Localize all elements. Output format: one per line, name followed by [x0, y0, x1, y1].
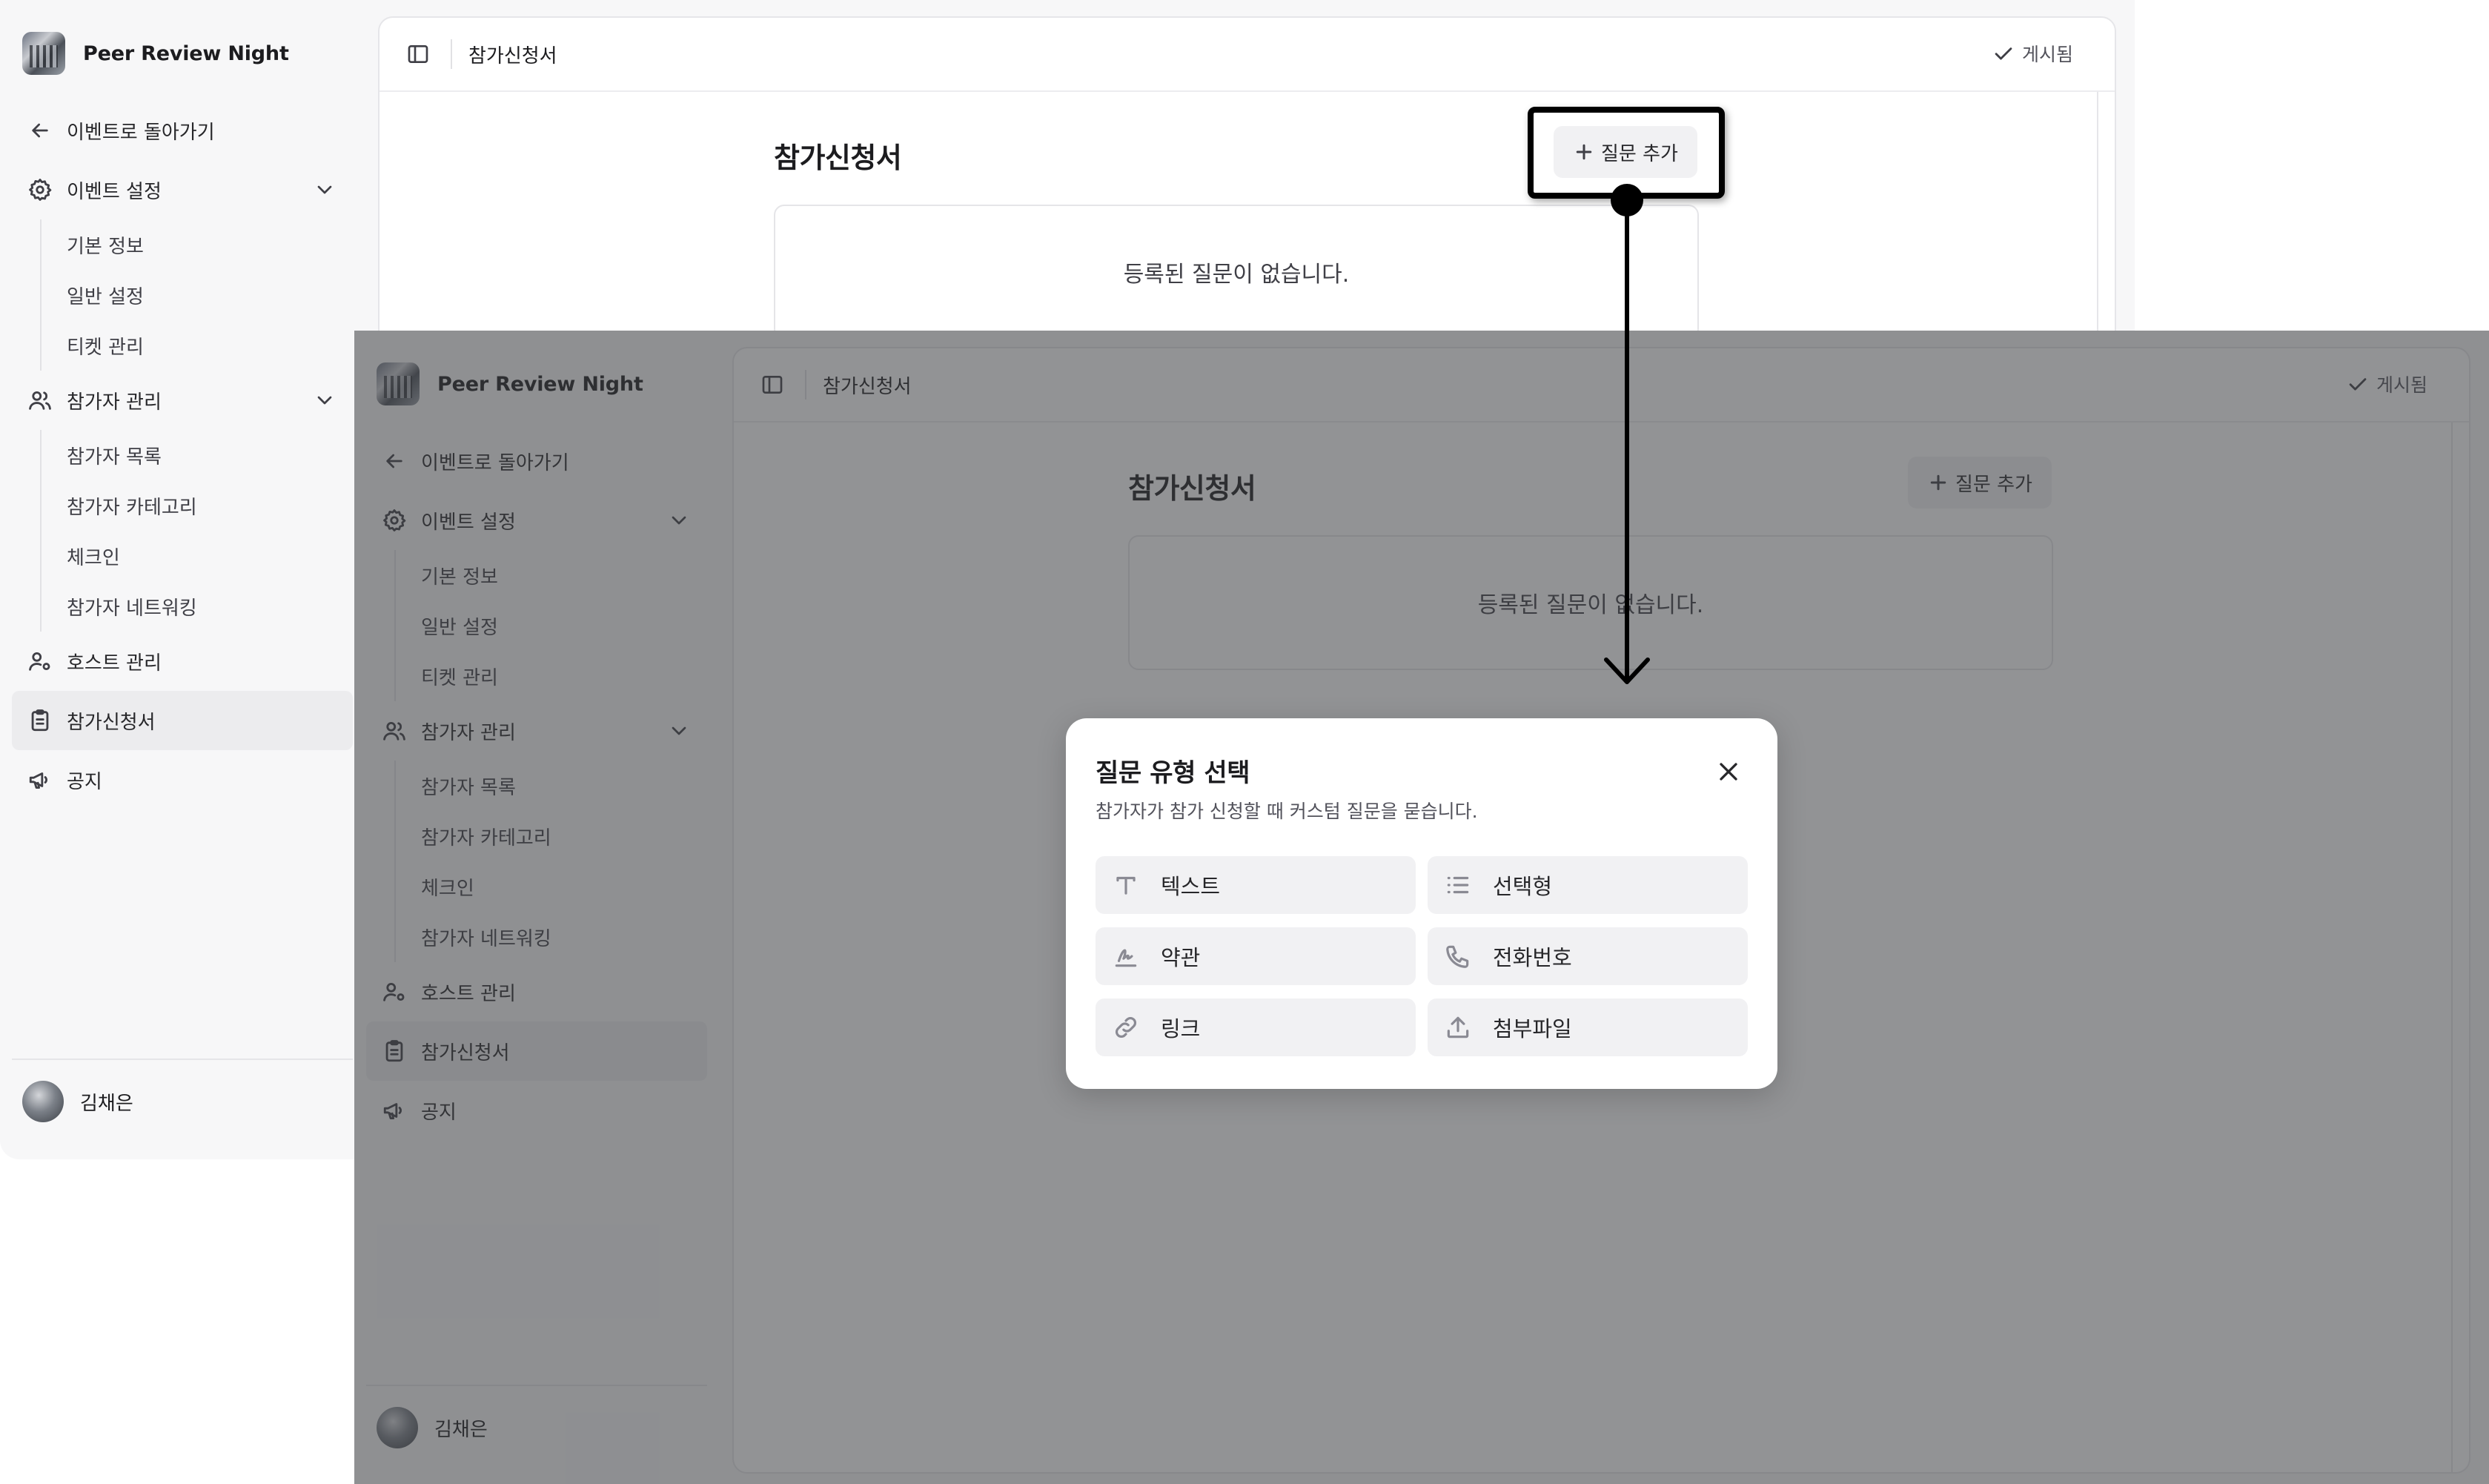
flow-arrow [1604, 184, 1650, 684]
